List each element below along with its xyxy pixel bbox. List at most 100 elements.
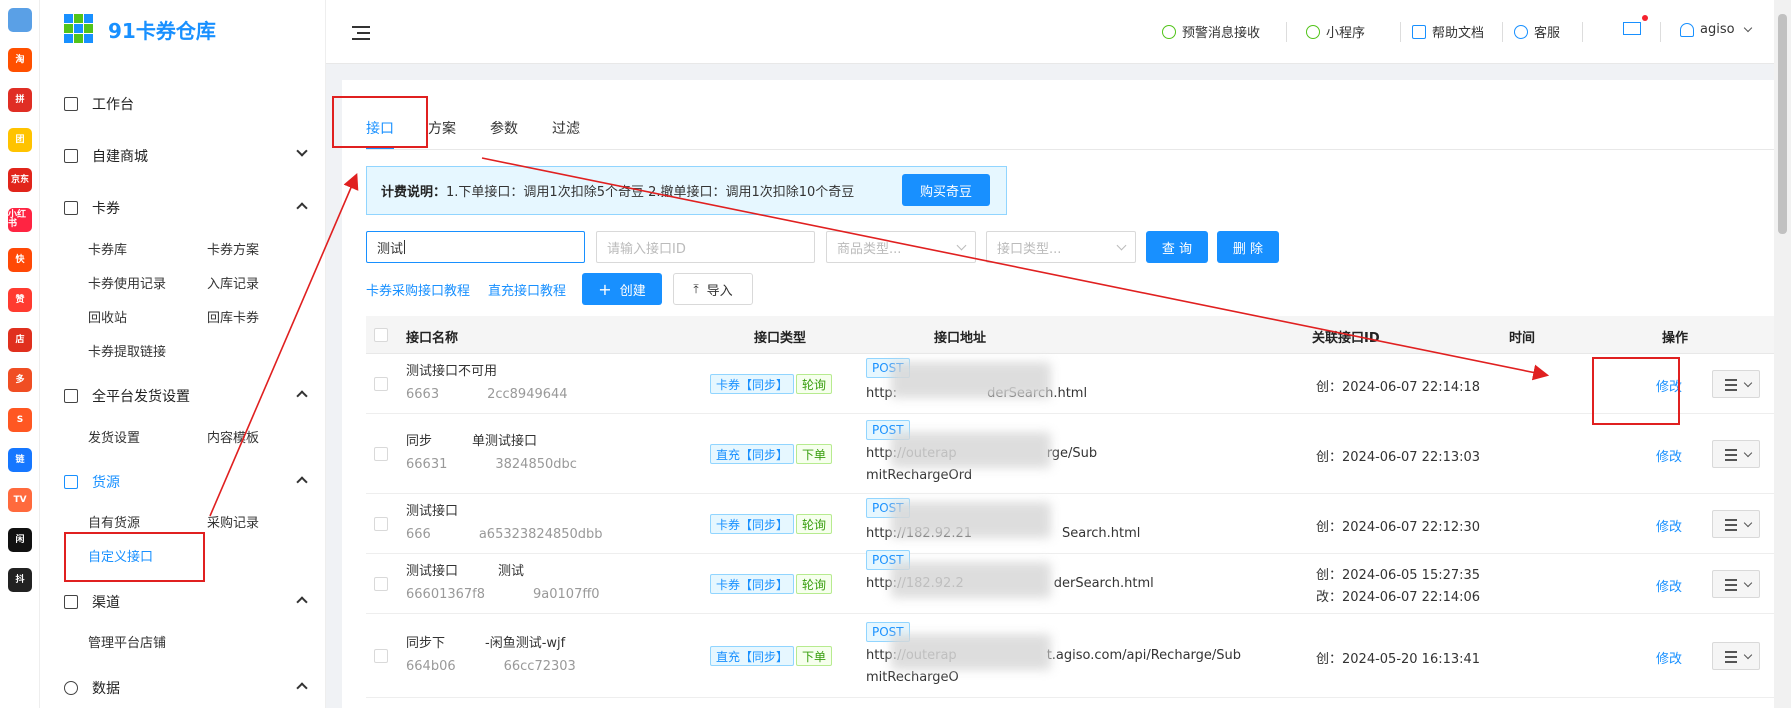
edit-link[interactable]: 修改 [1656, 446, 1682, 465]
row-checkbox[interactable] [374, 649, 388, 663]
menu-label: 渠道 [92, 595, 120, 611]
row-checkbox[interactable] [374, 517, 388, 531]
submenu-coupon-plan[interactable]: 卡券方案 [207, 239, 259, 258]
recharge-api-tutorial-link[interactable]: 直充接口教程 [488, 280, 566, 299]
api-name[interactable]: 测试接口 [406, 500, 458, 519]
api-mode-tag: 轮询 [796, 574, 833, 594]
help-docs-link[interactable]: 帮助文档 [1412, 22, 1484, 41]
bag-icon [64, 595, 78, 609]
goods-type-select[interactable]: 商品类型... [826, 231, 976, 263]
api-url-continued: mitRechargeO [866, 670, 959, 685]
row-checkbox[interactable] [374, 577, 388, 591]
like-icon[interactable]: 赞 [8, 288, 32, 312]
select-all-checkbox[interactable] [374, 328, 388, 342]
tab-plan[interactable]: 方案 [428, 118, 456, 150]
api-type-tag: 卡券【同步】 [710, 574, 795, 594]
menu-supply[interactable]: 货源 [40, 470, 326, 494]
top-header: 预警消息接收 小程序 帮助文档 客服 agiso [326, 0, 1791, 64]
pdd-shop-icon[interactable]: 多 [8, 368, 32, 392]
shop-bag-icon[interactable]: S [8, 408, 32, 432]
menu-channel[interactable]: 渠道 [40, 590, 326, 614]
submenu-return-coupon[interactable]: 回库卡券 [207, 307, 259, 326]
miniprogram-link[interactable]: 小程序 [1306, 22, 1365, 41]
chevron-up-icon [296, 682, 308, 694]
pinduoduo-icon[interactable]: 拼 [8, 88, 32, 112]
menu-data[interactable]: 数据 [40, 676, 326, 700]
submenu-coupon-usage[interactable]: 卡券使用记录 [88, 273, 166, 292]
more-actions-dropdown[interactable] [1712, 370, 1760, 398]
submenu-delivery-settings[interactable]: 发货设置 [88, 427, 140, 446]
api-name[interactable]: 测试接口不可用 [406, 360, 497, 379]
submenu-purchase-record[interactable]: 采购记录 [207, 512, 259, 531]
xianyu-icon[interactable]: 闲 [8, 528, 32, 552]
api-name-input[interactable]: 测试 [366, 231, 585, 263]
import-button[interactable]: ⤒ 导入 [673, 273, 753, 305]
alert-receive-link[interactable]: 预警消息接收 [1162, 22, 1260, 41]
link-icon[interactable]: 链 [8, 448, 32, 472]
meituan-icon[interactable]: 团 [8, 128, 32, 152]
annotation-box-edit [1592, 357, 1680, 425]
api-name[interactable]: 测试接口 测试 [406, 560, 524, 579]
api-type-select[interactable]: 接口类型... [986, 231, 1136, 263]
menu-label: 数据 [92, 681, 120, 697]
plus-icon: + [598, 279, 612, 299]
tab-filter[interactable]: 过滤 [552, 118, 580, 150]
menu-workbench[interactable]: 工作台 [40, 92, 326, 116]
submenu-coupon-library[interactable]: 卡券库 [88, 239, 127, 258]
row-checkbox[interactable] [374, 447, 388, 461]
help-label: 帮助文档 [1432, 26, 1485, 41]
jd-icon[interactable]: 京东 [8, 168, 32, 192]
more-actions-dropdown[interactable] [1712, 510, 1760, 538]
submenu-content-template[interactable]: 内容模板 [207, 427, 259, 446]
menu-toggle-icon[interactable] [352, 26, 370, 40]
create-button[interactable]: + 创建 [582, 273, 662, 305]
xiaohongshu-icon[interactable]: 小红书 [8, 208, 32, 232]
app-logo-icon[interactable] [8, 8, 32, 32]
submenu-extract-link[interactable]: 卡券提取链接 [88, 341, 166, 360]
menu-label: 卡券 [92, 201, 120, 217]
created-time: 创：2024-06-07 22:13:03 [1316, 450, 1481, 465]
kuaishou-icon[interactable]: 快 [8, 248, 32, 272]
store-icon[interactable]: 店 [8, 328, 32, 352]
tab-params[interactable]: 参数 [490, 118, 518, 150]
buy-beans-button[interactable]: 购买奇豆 [902, 174, 990, 206]
edit-link[interactable]: 修改 [1656, 516, 1682, 535]
user-menu[interactable]: agiso [1680, 22, 1752, 37]
customer-service-link[interactable]: 客服 [1514, 22, 1560, 41]
vertical-scrollbar[interactable] [1774, 0, 1791, 708]
taobao-icon[interactable]: 淘 [8, 48, 32, 72]
query-button[interactable]: 查 询 [1146, 231, 1208, 263]
logo[interactable]: 91卡券仓库 [64, 14, 216, 44]
submenu-recycle-bin[interactable]: 回收站 [88, 307, 127, 326]
row-checkbox[interactable] [374, 377, 388, 391]
miniprogram-label: 小程序 [1326, 26, 1366, 41]
tv-icon[interactable]: TV [8, 488, 32, 512]
menu-delivery-settings[interactable]: 全平台发货设置 [40, 384, 326, 408]
edit-link[interactable]: 修改 [1656, 576, 1682, 595]
delete-button[interactable]: 删 除 [1217, 231, 1279, 263]
message-button[interactable] [1623, 15, 1648, 35]
menu-self-mall[interactable]: 自建商城 [40, 144, 326, 168]
api-id-input[interactable]: 请输入接口ID [596, 231, 815, 263]
more-actions-dropdown[interactable] [1712, 642, 1760, 670]
api-id: 664b06 66cc72303 [406, 659, 576, 674]
redacted-region [891, 502, 1051, 538]
api-id: 666 a65323824850dbb [406, 527, 603, 542]
menu-coupon[interactable]: 卡券 [40, 196, 326, 220]
more-actions-dropdown[interactable] [1712, 440, 1760, 468]
tiktok-icon[interactable]: 抖 [8, 568, 32, 592]
submenu-stock-in[interactable]: 入库记录 [207, 273, 259, 292]
edit-link[interactable]: 修改 [1656, 648, 1682, 667]
submenu-own-supply[interactable]: 自有货源 [88, 512, 140, 531]
api-name[interactable]: 同步下 -闲鱼测试-wjf [406, 632, 565, 651]
annotation-box-tab [332, 96, 428, 148]
api-name[interactable]: 同步 单测试接口 [406, 430, 537, 449]
api-mode-tag: 轮询 [796, 374, 833, 394]
scroll-thumb[interactable] [1778, 14, 1787, 234]
more-actions-dropdown[interactable] [1712, 570, 1760, 598]
submenu-manage-shops[interactable]: 管理平台店铺 [88, 632, 166, 651]
col-related-id: 关联接口ID [1312, 331, 1380, 346]
col-actions: 操作 [1662, 331, 1689, 346]
coupon-api-tutorial-link[interactable]: 卡券采购接口教程 [366, 280, 470, 299]
chevron-down-icon [956, 240, 967, 251]
